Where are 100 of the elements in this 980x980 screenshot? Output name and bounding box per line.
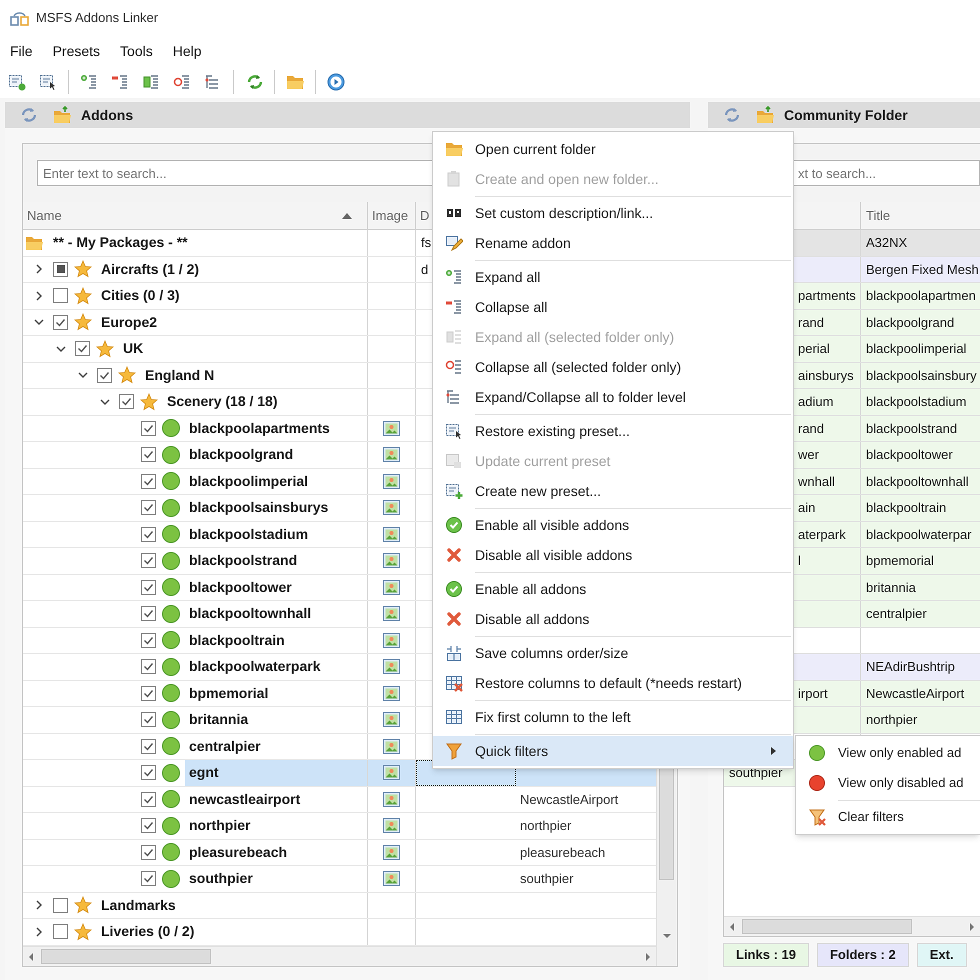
checkbox[interactable] [75, 341, 90, 356]
menu-item[interactable]: File [5, 39, 38, 63]
menu-item[interactable]: Disable all addons [433, 604, 793, 634]
group-name[interactable]: England N [141, 362, 367, 388]
refresh-icon [19, 106, 37, 124]
table-cell-text: adium [798, 393, 834, 411]
menu-item[interactable]: Collapse all (selected folder only) [433, 352, 793, 382]
checkbox[interactable] [141, 712, 156, 728]
menu-item[interactable]: Open current folder [433, 134, 793, 164]
checkbox[interactable] [141, 553, 156, 568]
checkbox[interactable] [141, 765, 156, 780]
menu-item[interactable]: Presets [48, 39, 106, 63]
scrollbar-thumb[interactable] [41, 949, 211, 964]
scrollbar-thumb[interactable] [742, 919, 912, 934]
checkbox[interactable] [141, 500, 156, 516]
checkbox[interactable] [119, 394, 134, 410]
menu-item[interactable]: Expand all [433, 262, 793, 292]
menu-item[interactable]: Collapse all [433, 292, 793, 322]
column-header[interactable]: Name [23, 202, 368, 229]
addon-name[interactable]: blackpooltrain [185, 628, 367, 653]
menu-item[interactable]: View only disabled ad [796, 768, 980, 798]
table-cell-text: blackpoolwaterpar [866, 526, 972, 544]
checkbox[interactable] [141, 632, 156, 648]
menu-item[interactable]: Restore columns to default (*needs restart) [433, 668, 793, 698]
addon-name[interactable]: pleasurebeach [185, 840, 367, 865]
star-icon [118, 366, 136, 384]
menu-item[interactable]: Disable all visible addons [433, 540, 793, 570]
checkmark-icon [143, 422, 154, 434]
addon-name[interactable]: newcastleairport [185, 786, 367, 812]
group-name[interactable]: Liveries (0 / 2) [97, 919, 367, 944]
menu-item[interactable]: Restore existing preset... [433, 416, 793, 446]
addon-name[interactable]: blackpoolapartments [185, 416, 367, 441]
menu-item[interactable]: Set custom description/link... [433, 198, 793, 228]
group-name[interactable]: Cities (0 / 3) [97, 283, 367, 308]
checkbox[interactable] [53, 262, 68, 277]
checkmark-icon [143, 502, 154, 514]
addon-name[interactable]: blackpooltower [185, 574, 367, 600]
addon-name[interactable]: blackpooltownhall [185, 601, 367, 626]
menu-item[interactable]: Quick filters [433, 736, 793, 766]
group-name[interactable]: Aircrafts (1 / 2) [97, 256, 367, 282]
menu-item[interactable]: Tools [115, 39, 158, 63]
collapse-selected-icon [173, 73, 191, 91]
checkbox[interactable] [141, 686, 156, 701]
table-cell-text: blackpoolimperial [866, 340, 966, 358]
cross-icon [445, 610, 463, 628]
addon-name[interactable]: britannia [185, 707, 367, 732]
checkbox[interactable] [141, 580, 156, 595]
checkbox[interactable] [97, 368, 112, 383]
group-name[interactable]: Landmarks [97, 892, 367, 918]
folder-name[interactable]: ** - My Packages - ** [49, 230, 367, 256]
group-name[interactable]: UK [119, 336, 367, 362]
horizontal-scrollbar[interactable] [23, 946, 656, 966]
menu-item[interactable]: Clear filters [796, 802, 980, 832]
checkbox[interactable] [141, 526, 156, 542]
checkbox[interactable] [141, 818, 156, 834]
play-button[interactable] [325, 71, 347, 93]
checkbox[interactable] [141, 606, 156, 622]
group-name[interactable]: Scenery (18 / 18) [163, 389, 367, 414]
checkbox[interactable] [141, 659, 156, 674]
addon-name[interactable]: bpmemorial [185, 680, 367, 706]
table-cell-text: aterpark [798, 526, 846, 544]
menu-item[interactable]: Help [168, 39, 207, 63]
checkbox[interactable] [141, 474, 156, 489]
menu-item[interactable]: View only enabled ad [796, 738, 980, 768]
checkbox[interactable] [141, 738, 156, 754]
checkbox[interactable] [53, 924, 68, 940]
column-header[interactable]: Image [368, 202, 416, 229]
folder-icon [53, 106, 72, 124]
addon-name[interactable]: blackpoolstrand [185, 548, 367, 574]
menu-item[interactable]: Create new preset... [433, 476, 793, 506]
addon-name[interactable]: southpier [185, 866, 367, 892]
checkbox[interactable] [141, 844, 156, 860]
menu-item[interactable]: Save columns order/size [433, 638, 793, 668]
checkbox[interactable] [141, 420, 156, 436]
checkbox[interactable] [53, 288, 68, 304]
table-cell-text: rand [798, 420, 824, 438]
menu-item[interactable]: Fix first column to the left [433, 702, 793, 732]
menu-item[interactable]: Enable all addons [433, 574, 793, 604]
addon-name[interactable]: blackpoolsainsburys [185, 495, 367, 520]
addon-name[interactable]: egnt [185, 760, 367, 786]
menu-item[interactable]: Rename addon [433, 228, 793, 258]
addon-name[interactable]: blackpoolimperial [185, 468, 367, 494]
addon-name[interactable]: blackpoolstadium [185, 522, 367, 547]
checkmark-icon [143, 688, 154, 699]
checkbox[interactable] [141, 792, 156, 807]
addon-name[interactable]: blackpoolwaterpark [185, 654, 367, 680]
checkbox[interactable] [141, 871, 156, 886]
addon-name[interactable]: centralpier [185, 734, 367, 759]
image-icon [383, 738, 400, 754]
menu-item[interactable]: Enable all visible addons [433, 510, 793, 540]
horizontal-scrollbar[interactable] [724, 916, 980, 936]
group-name[interactable]: Europe2 [97, 310, 367, 335]
addon-name[interactable]: blackpoolgrand [185, 442, 367, 468]
restore-preset-icon [39, 73, 57, 91]
checkbox[interactable] [53, 898, 68, 913]
addon-name[interactable]: northpier [185, 813, 367, 838]
status-badge: Ext. [916, 943, 967, 967]
menu-item[interactable]: Expand/Collapse all to folder level [433, 382, 793, 412]
checkbox[interactable] [141, 447, 156, 462]
checkbox[interactable] [53, 314, 68, 330]
